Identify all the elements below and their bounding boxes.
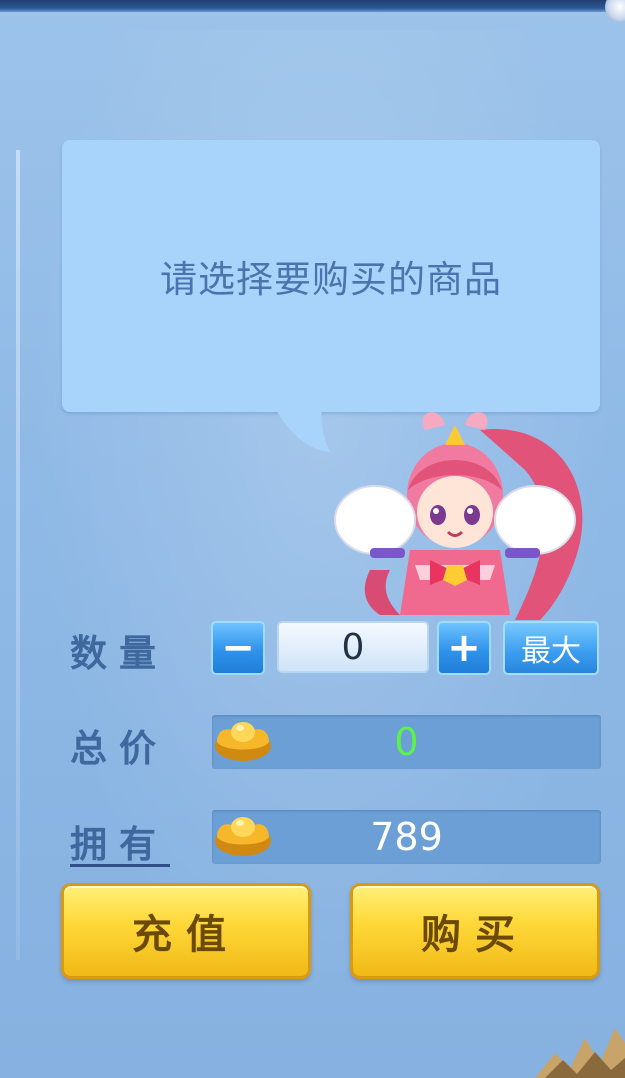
quantity-input[interactable]: 0 — [277, 621, 429, 673]
corner-decoration — [535, 1028, 625, 1078]
max-button-label: 最大 — [521, 634, 581, 669]
quantity-label: 数量 — [70, 632, 168, 675]
buy-button[interactable]: 购买 — [350, 883, 600, 979]
prompt-text: 请选择要购买的商品 — [160, 258, 502, 301]
quantity-value: 0 — [341, 626, 365, 668]
total-price-label: 总价 — [70, 727, 168, 770]
recharge-button[interactable]: 充值 — [61, 883, 311, 979]
top-border — [0, 0, 625, 12]
owned-label: 拥有 — [70, 823, 168, 866]
minus-icon: − — [221, 625, 255, 671]
plus-icon: + — [447, 625, 481, 671]
max-quantity-button[interactable]: 最大 — [503, 621, 599, 675]
owned-label-underline — [70, 864, 170, 867]
corner-ornament — [605, 0, 625, 22]
buy-button-label: 购买 — [421, 912, 529, 958]
gold-ingot-icon — [215, 817, 271, 856]
gold-ingot-icon — [215, 722, 271, 761]
mascot-girl — [334, 412, 583, 620]
decrease-quantity-button[interactable]: − — [211, 621, 265, 675]
increase-quantity-button[interactable]: + — [437, 621, 491, 675]
speech-bubble: 请选择要购买的商品 — [62, 140, 600, 412]
speech-bubble-tail — [274, 406, 330, 452]
recharge-button-label: 充值 — [132, 912, 240, 958]
left-frame-line — [16, 150, 20, 960]
